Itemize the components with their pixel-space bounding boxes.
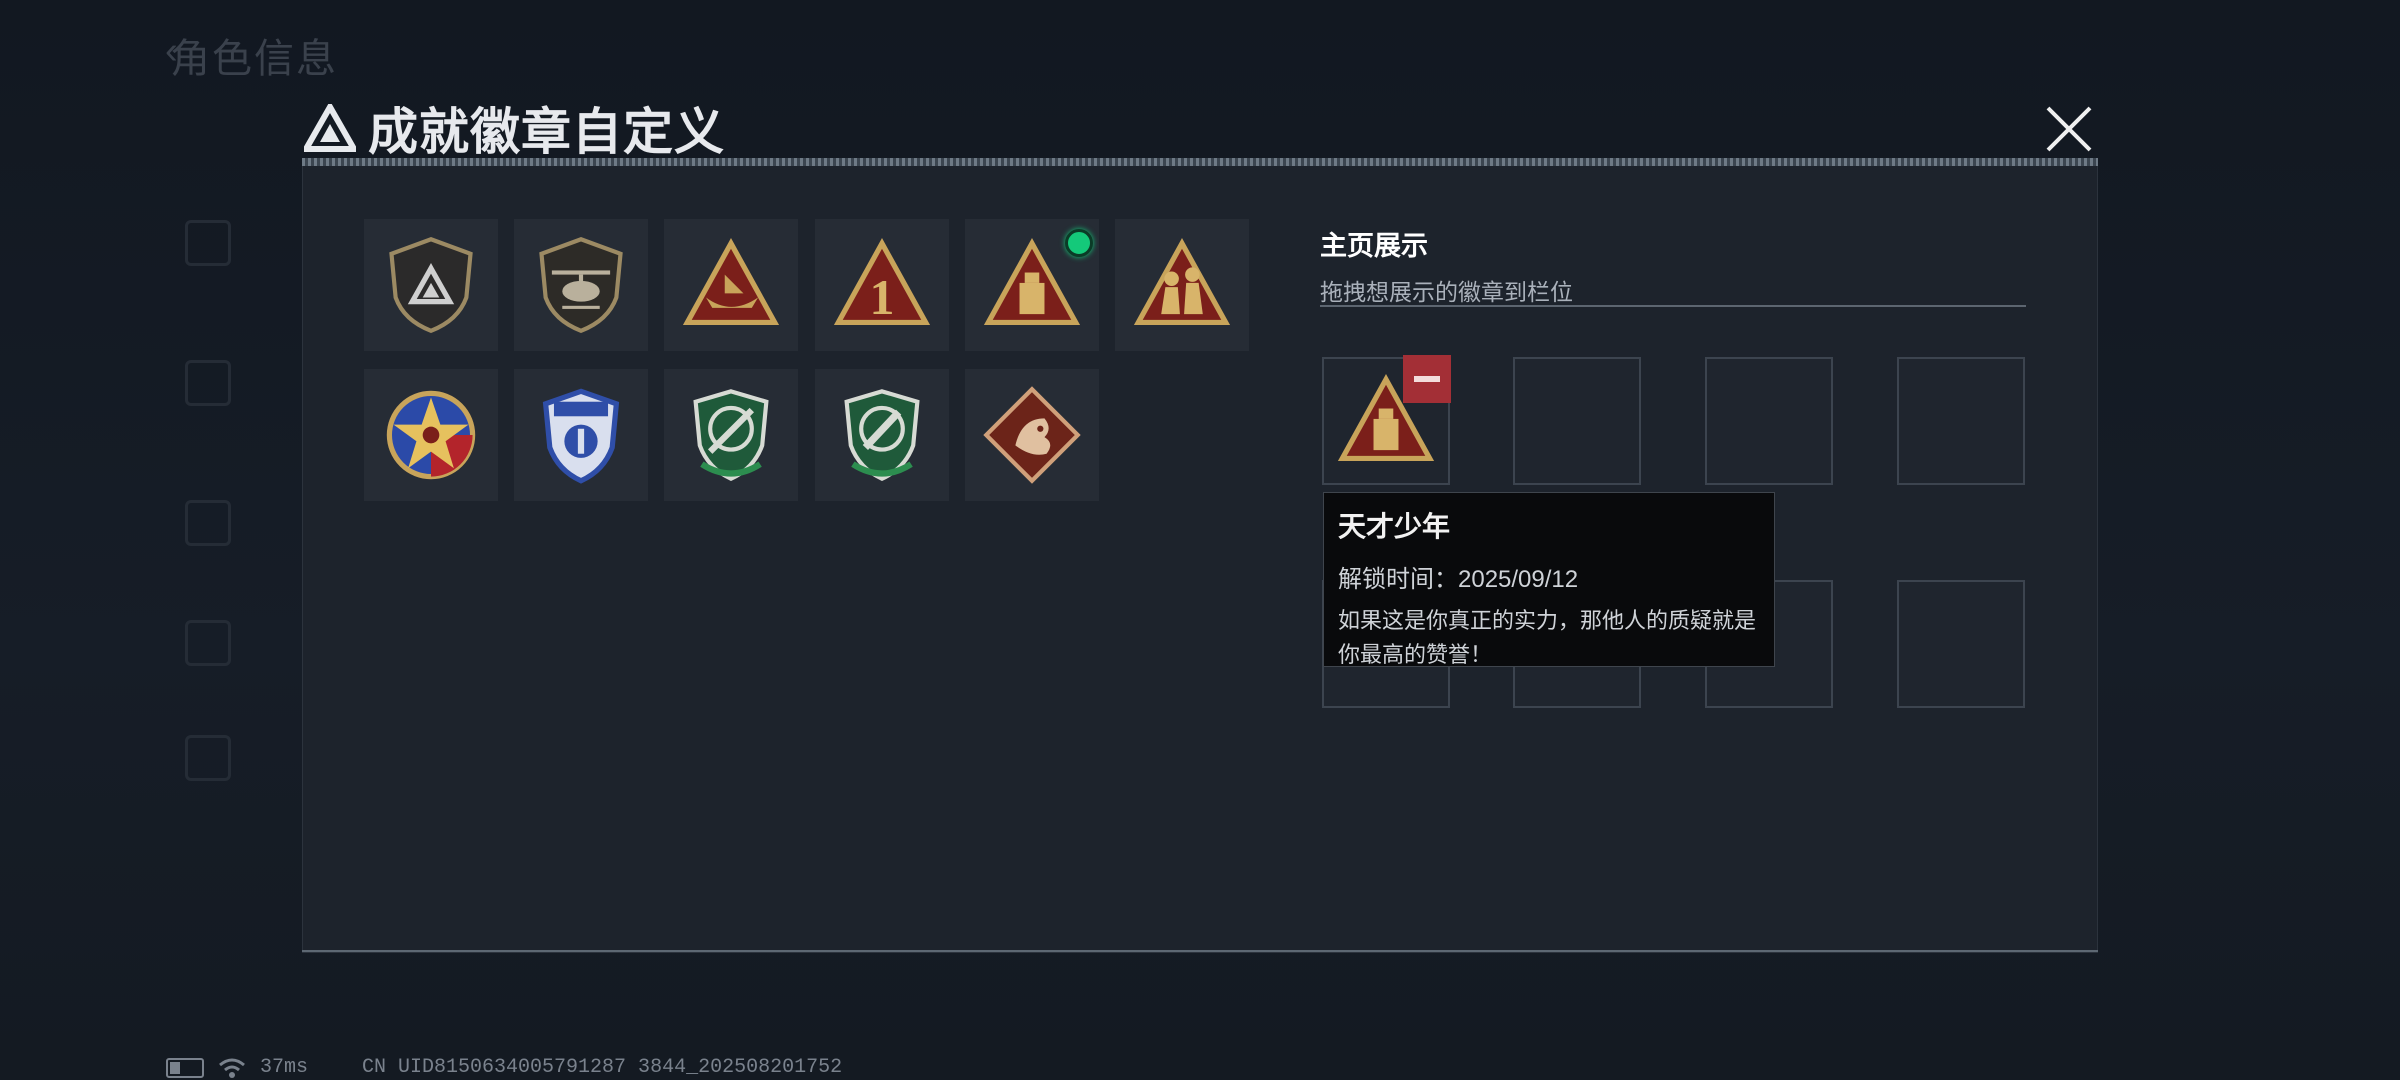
soldiers-badge-icon bbox=[1133, 238, 1231, 326]
homepage-display-header: 主页展示 拖拽想展示的徽章到栏位 bbox=[1320, 224, 1573, 307]
badge-cell[interactable]: 1 bbox=[815, 219, 949, 351]
badge-cell[interactable] bbox=[514, 369, 648, 501]
bg-side-icon bbox=[185, 220, 231, 266]
display-slot-4[interactable] bbox=[1897, 357, 2025, 485]
new-indicator-dot bbox=[1065, 229, 1093, 257]
bg-side-icon bbox=[185, 735, 231, 781]
badge-cell[interactable] bbox=[1115, 219, 1249, 351]
close-icon bbox=[2046, 106, 2092, 152]
shield-logo-badge-icon bbox=[389, 237, 473, 333]
panel-top-border bbox=[302, 158, 2098, 166]
status-bar: 37ms CN UID8150634005791287 3844_2025082… bbox=[166, 1056, 842, 1079]
badge-cell[interactable] bbox=[364, 219, 498, 351]
display-slot-2[interactable] bbox=[1513, 357, 1641, 485]
modal-header: 成就徽章自定义 bbox=[304, 92, 725, 164]
homepage-display-title: 主页展示 bbox=[1320, 231, 1428, 261]
triangle-logo-icon bbox=[304, 104, 356, 152]
bg-side-icon bbox=[185, 360, 231, 406]
display-slot-3[interactable] bbox=[1705, 357, 1833, 485]
helicopter-badge-icon bbox=[539, 237, 623, 333]
minus-icon bbox=[1414, 376, 1440, 382]
remove-badge-button[interactable] bbox=[1403, 355, 1451, 403]
homepage-display-hint: 拖拽想展示的徽章到栏位 bbox=[1320, 279, 1573, 305]
badge-tooltip: 天才少年 解锁时间：2025/09/12 如果这是你真正的实力，那他人的质疑就是… bbox=[1323, 492, 1775, 667]
badge-cell[interactable] bbox=[815, 369, 949, 501]
uid-text: CN UID8150634005791287 3844_202508201752 bbox=[362, 1056, 843, 1079]
badge-cell[interactable] bbox=[664, 219, 798, 351]
modal-title: 成就徽章自定义 bbox=[368, 104, 725, 160]
badge-cell[interactable] bbox=[965, 219, 1099, 351]
ping-value: 37ms bbox=[260, 1056, 309, 1079]
wifi-icon bbox=[219, 1058, 245, 1078]
background-title: 角色信息 bbox=[170, 37, 338, 81]
number-one-badge-icon: 1 bbox=[833, 238, 931, 325]
star-medal-badge-icon bbox=[386, 390, 476, 480]
badge-cell[interactable] bbox=[364, 369, 498, 501]
boat-badge-icon bbox=[682, 238, 780, 326]
badge-cell[interactable] bbox=[514, 219, 648, 351]
panel-bottom-border bbox=[302, 950, 2098, 952]
divider bbox=[1320, 305, 2026, 307]
display-slot-8[interactable] bbox=[1897, 580, 2025, 708]
green-shield-knife-badge-icon bbox=[693, 389, 769, 481]
badge-cell[interactable] bbox=[965, 369, 1099, 501]
close-button[interactable] bbox=[2040, 100, 2098, 158]
badge-name: 天才少年 bbox=[1338, 511, 1451, 542]
badge-description: 如果这是你真正的实力，那他人的质疑就是你最高的赞誉！ bbox=[1338, 608, 1757, 667]
svg-text:1: 1 bbox=[870, 270, 895, 325]
battery-icon bbox=[166, 1057, 204, 1078]
police-shield-badge-icon bbox=[542, 388, 620, 484]
dragon-badge-icon bbox=[983, 386, 1081, 484]
unlock-time: 解锁时间：2025/09/12 bbox=[1338, 566, 1579, 593]
green-shield-dagger-badge-icon bbox=[844, 389, 920, 481]
bg-side-icon bbox=[185, 620, 231, 666]
bg-side-icon bbox=[185, 500, 231, 546]
badge-cell[interactable] bbox=[664, 369, 798, 501]
